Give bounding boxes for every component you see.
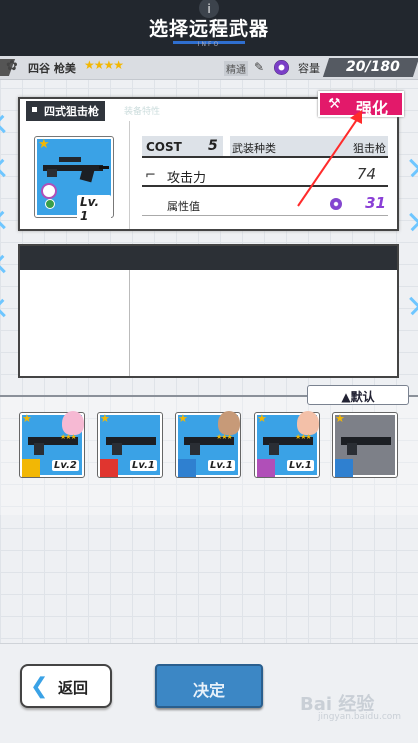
left-deco-chevron [0,114,13,134]
rarity-star-icon: ★ [22,412,32,425]
paw-icon: ✿ [6,58,18,74]
skill-panel-header [20,246,397,270]
weapon-detail-panel: 四式狙击枪 装备特性 ★ Lv. 1 COST 5 武装种类 狙击枪 ⌐ 攻击力… [18,97,399,231]
attack-value: 74 [356,165,376,183]
character-stars: ★★★ [216,433,233,441]
weapon-type-value: 狙击枪 [353,142,386,155]
attribute-label: 属性值 [167,200,200,213]
rarity-star-icon: ★ [100,412,110,425]
left-deco-chevron [0,254,13,274]
character-avatar [218,411,240,435]
back-label: 返回 [58,679,89,697]
left-deco-chevron [0,158,13,178]
divider [129,270,130,376]
weapon-type-tag-icon [22,459,40,477]
rarity-star-icon: ★ [38,137,50,152]
gun-icon [106,437,156,455]
weapon-type-tag-icon [100,459,118,477]
weapon-card[interactable]: ★ ★★★ Lv.2 [19,411,85,478]
cost-label: COST [146,140,182,154]
enhance-button[interactable]: ⚒ 强化 [318,91,404,118]
rarity-star-icon: ★ [257,412,267,425]
right-deco-chevron [402,158,418,178]
sort-button[interactable]: ▲默认 [307,385,409,405]
character-stars: ★★★ [60,433,77,441]
hammer-icon: ⚒ [328,96,341,112]
weapon-card[interactable]: ★ [332,412,398,478]
rarity-star-icon: ★ [335,412,345,425]
cost-row: COST 5 武装种类 狙击枪 [142,136,388,158]
card-level: Lv.1 [287,460,314,471]
character-avatar [297,411,319,435]
sort-label: ▲默认 [341,390,375,404]
attribute-orb-icon [330,198,342,210]
confirm-label: 决定 [192,681,225,700]
bullet-icon [32,107,37,112]
card-level: Lv.2 [52,460,79,471]
enhance-label: 强化 [356,99,389,118]
capacity-label: 容量 [298,62,320,75]
page-subtitle: INFO [197,41,221,48]
attribute-row: 属性值 31 [142,194,388,216]
weapon-card[interactable]: ★ ★★★ Lv.1 [175,411,241,478]
header: i 选择远程武器 INFO [0,0,418,56]
watermark-url: jingyan.baidu.com [318,712,402,722]
weapon-type-tag-icon [257,459,275,477]
weapon-type-label: 武装种类 [232,142,276,155]
left-deco-chevron [0,210,13,230]
attribute-orb-icon [274,60,289,75]
weapon-type-tag-icon [178,459,196,477]
weapon-name: 四式狙击枪 [26,101,105,121]
card-level: Lv.1 [208,460,235,471]
weapon-icon-card[interactable]: ★ Lv. 1 [34,136,114,223]
skill-label: 精通 [224,61,248,76]
page-title: 选择远程武器 [148,18,269,40]
wrench-icon: ✎ [254,60,265,74]
capacity-value: 20/180 [346,59,400,75]
weapon-card[interactable]: ★ ★★★ Lv.1 [254,411,320,478]
rarity-star-icon: ★ [178,412,188,425]
attribute-value: 31 [365,194,386,212]
character-stars: ★★★ [295,433,312,441]
gem-icon [45,199,55,209]
right-deco-chevron [402,212,418,232]
weapon-ghost-text: 装备特性 [124,107,161,117]
screen: i 选择远程武器 INFO ✿ 四谷 枪美 ★★★★ 精通 ✎ 容量 20/18… [0,0,418,743]
divider [129,121,130,229]
gun-icon [341,437,391,455]
left-deco-chevron [0,298,13,318]
back-button[interactable]: ❮ 返回 [20,664,112,708]
weapon-level: Lv. 1 [77,195,111,223]
attack-row: ⌐ 攻击力 74 [142,165,388,187]
chevron-left-icon: ❮ [30,674,49,699]
sniper-rifle-icon [43,157,109,183]
character-stars: ★★★★ [84,58,124,72]
weapon-type-tag-icon [335,459,353,477]
gun-icon: ⌐ [145,168,156,183]
skill-detail-panel [18,244,399,378]
card-level: Lv.1 [130,460,157,471]
confirm-button[interactable]: 决定 [155,664,263,708]
character-avatar [62,411,84,435]
right-deco-chevron [402,296,418,316]
attack-label: 攻击力 [167,171,207,186]
crosshair-icon [41,183,57,199]
character-name: 四谷 枪美 [28,62,76,75]
weapon-card[interactable]: ★ Lv.1 [97,412,163,478]
status-bar: ✿ 四谷 枪美 ★★★★ 精通 ✎ 容量 20/180 [0,56,418,80]
cost-value: 5 [208,138,218,154]
